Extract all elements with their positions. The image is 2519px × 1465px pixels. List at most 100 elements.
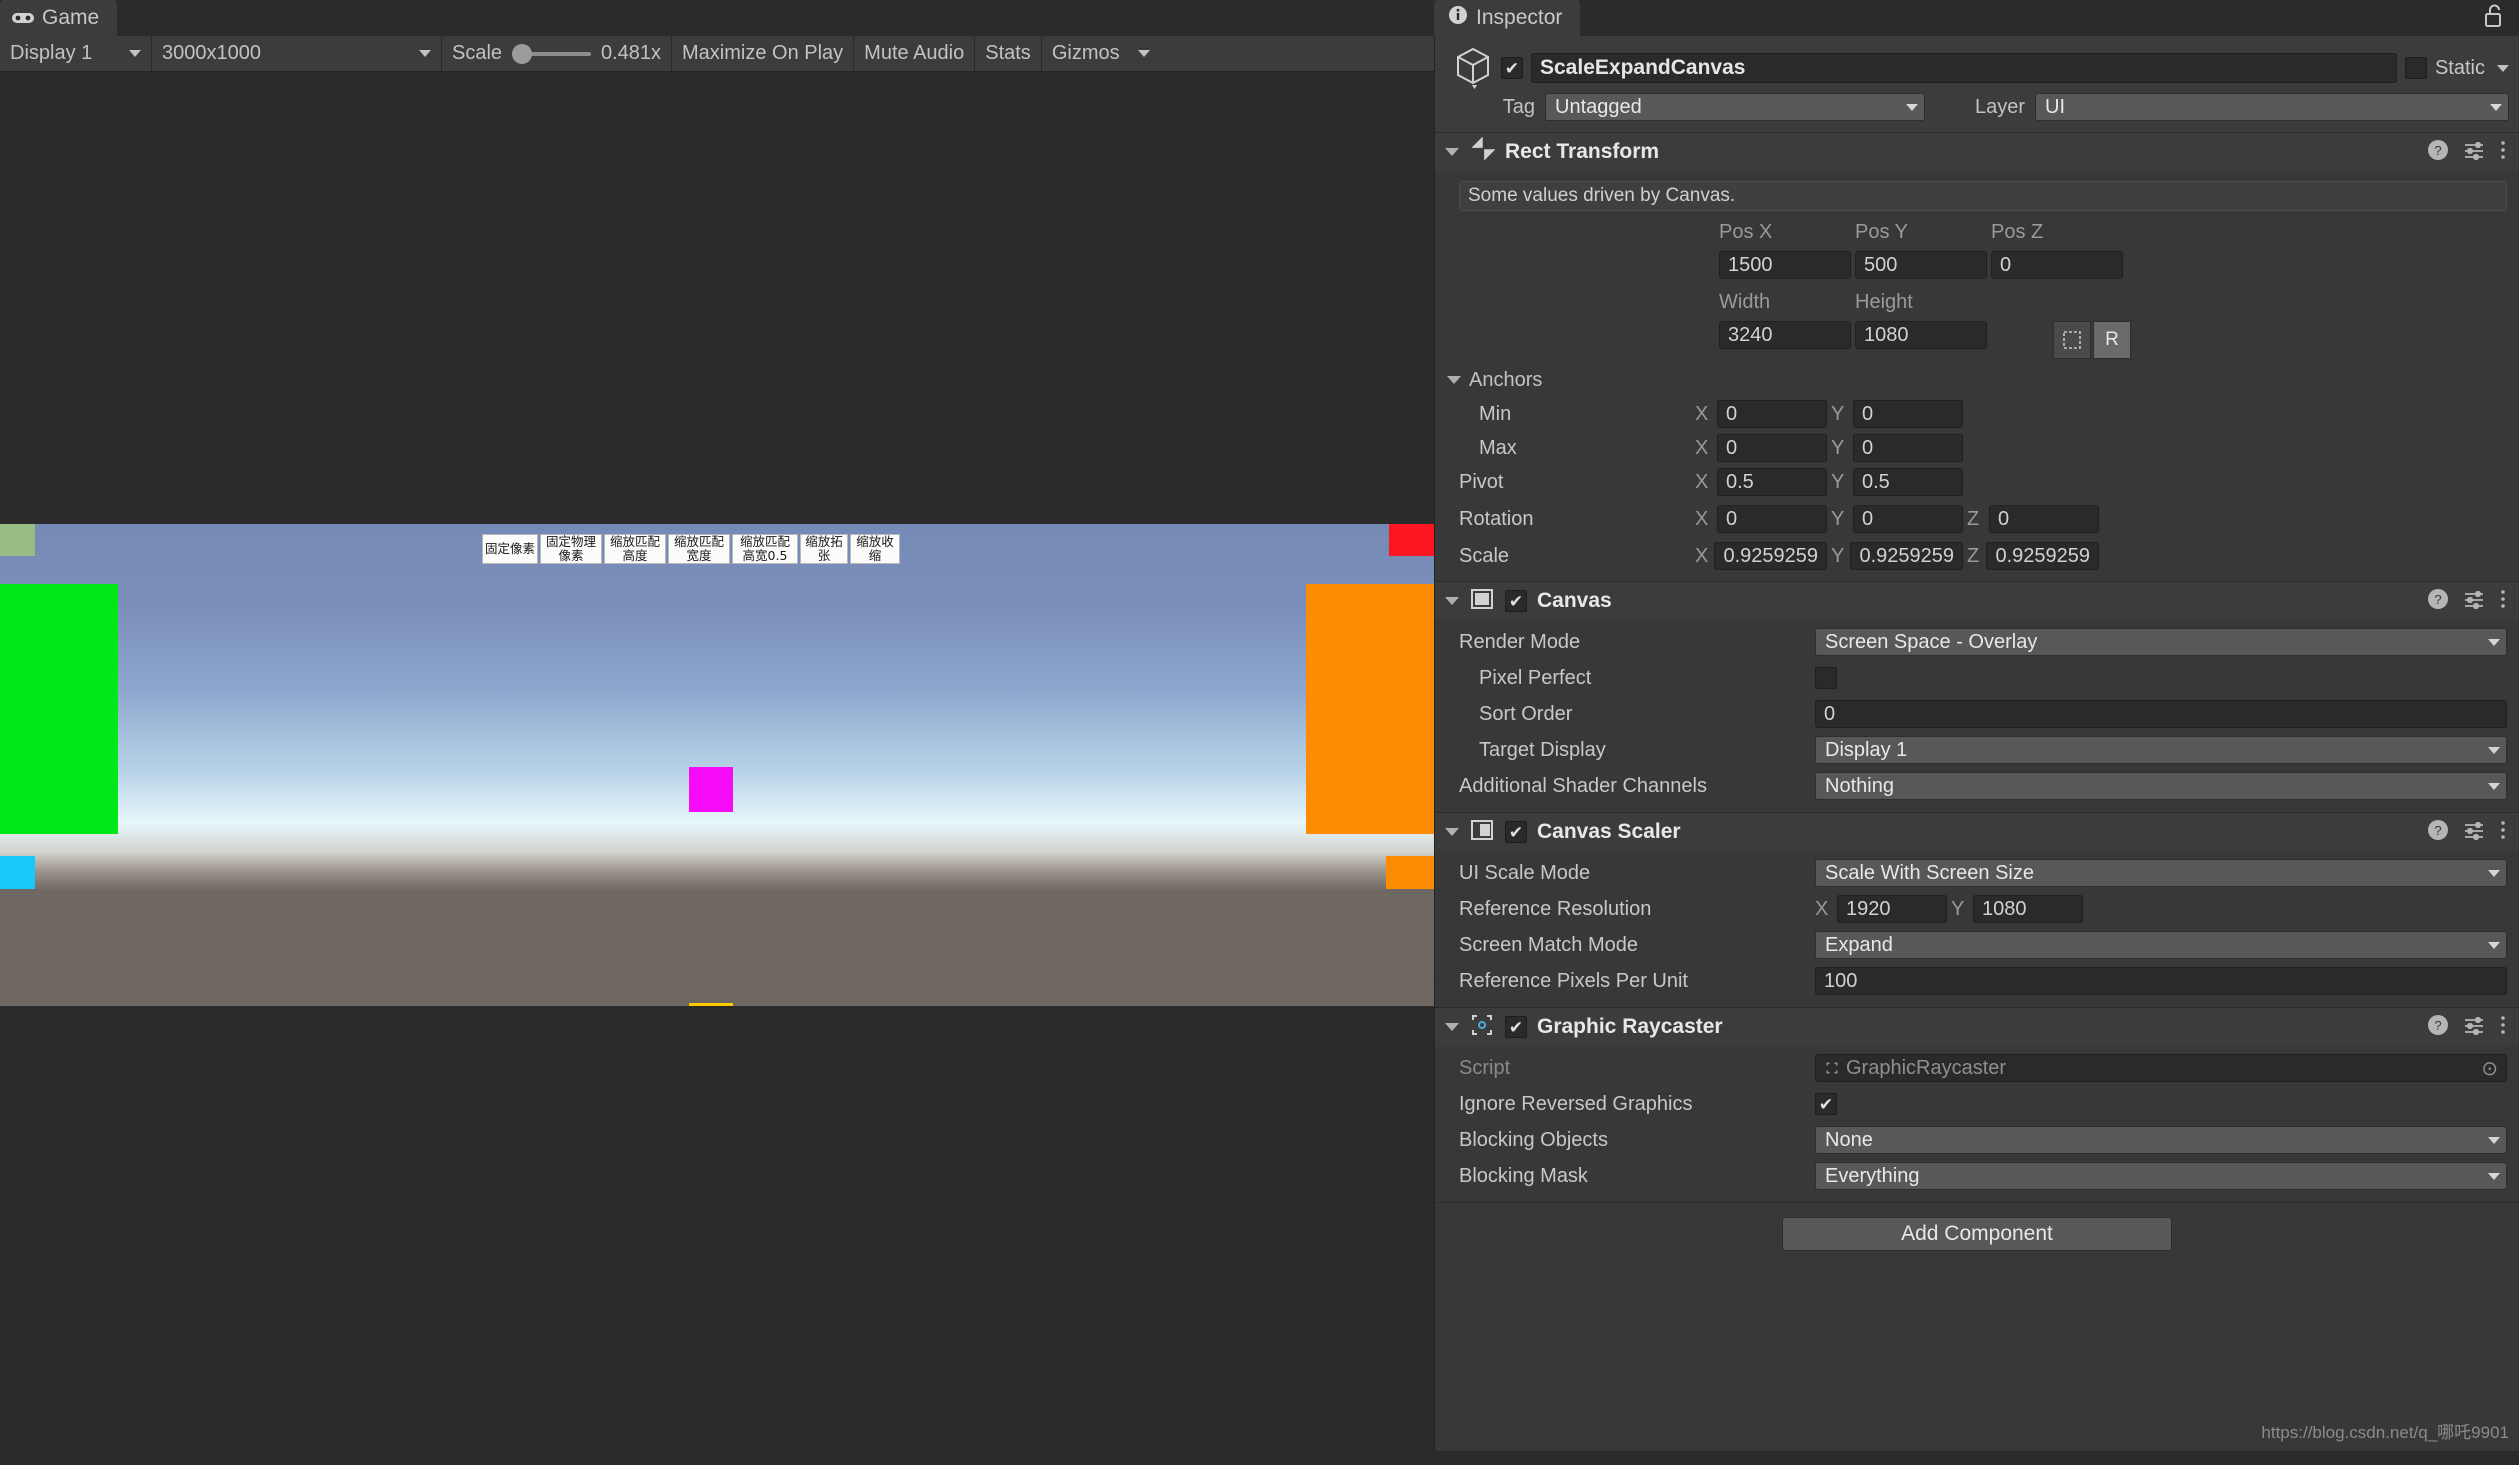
component-head-icons: ? (2427, 1014, 2507, 1041)
foldout-arrow-icon[interactable] (1445, 1023, 1459, 1031)
scale-slider[interactable]: Scale 0.481x (442, 36, 672, 71)
game-ui-button[interactable]: 固定像素 (482, 534, 538, 564)
game-ui-button[interactable]: 固定物理像素 (540, 534, 602, 564)
rect-size-input[interactable]: 1080 (1855, 321, 1987, 349)
property-dropdown[interactable]: None (1815, 1126, 2507, 1154)
property-input[interactable]: 0 (1815, 700, 2507, 728)
game-ui-button[interactable]: 缩放收缩 (850, 534, 900, 564)
game-ui-button[interactable]: 缩放匹配高度 (604, 534, 666, 564)
axis-input[interactable]: 0 (1853, 434, 1963, 462)
more-options-icon[interactable] (2499, 1014, 2507, 1041)
axis-label: Y (1831, 471, 1849, 494)
axis-input[interactable]: 1920 (1837, 895, 1947, 923)
axis-input[interactable]: 0 (1989, 505, 2099, 533)
blueprint-icon[interactable] (2053, 321, 2091, 359)
axis-input[interactable]: 0 (1717, 505, 1827, 533)
layer-dropdown[interactable]: UI (2035, 93, 2509, 121)
display-dropdown[interactable]: Display 1 (0, 36, 152, 71)
component-enabled-checkbox[interactable]: ✔ (1505, 590, 1527, 612)
axis-input[interactable]: 0.5 (1717, 468, 1827, 496)
static-toggle-group[interactable]: ✔ Static (2405, 57, 2509, 80)
preset-icon[interactable] (2463, 139, 2485, 166)
axis-input[interactable]: 0.9259259 (1850, 542, 1963, 570)
chevron-down-icon (419, 50, 431, 57)
scale-slider-track[interactable] (512, 52, 591, 56)
stats-button[interactable]: Stats (975, 36, 1042, 71)
tag-dropdown[interactable]: Untagged (1545, 93, 1925, 121)
axis-input[interactable]: 0 (1853, 400, 1963, 428)
component-enabled-checkbox[interactable]: ✔ (1505, 1016, 1527, 1038)
rect-pos-input[interactable]: 1500 (1719, 251, 1851, 279)
game-ui-button[interactable]: 缩放匹配宽度 (668, 534, 730, 564)
component-title: Canvas (1537, 589, 2417, 613)
property-dropdown[interactable]: Expand (1815, 931, 2507, 959)
rect-pos-input[interactable]: 0 (1991, 251, 2123, 279)
help-icon[interactable]: ? (2427, 139, 2449, 166)
component-section: ✔Canvas ? Render ModeScreen Space - Over… (1435, 581, 2519, 812)
rect-column-header: Height (1855, 291, 1913, 313)
axis-input[interactable]: 0 (1853, 505, 1963, 533)
more-options-icon[interactable] (2499, 819, 2507, 846)
maximize-on-play-button[interactable]: Maximize On Play (672, 36, 854, 71)
component-enabled-checkbox[interactable]: ✔ (1505, 821, 1527, 843)
property-dropdown[interactable]: Everything (1815, 1162, 2507, 1190)
more-options-icon[interactable] (2499, 588, 2507, 615)
property-dropdown[interactable]: Screen Space - Overlay (1815, 628, 2507, 656)
help-icon[interactable]: ? (2427, 1014, 2449, 1041)
raw-edit-button[interactable]: R (2093, 321, 2131, 359)
tab-inspector[interactable]: Inspector (1434, 0, 1580, 36)
axis-input[interactable]: 0 (1717, 434, 1827, 462)
more-options-icon[interactable] (2499, 139, 2507, 166)
chevron-down-icon (2488, 942, 2500, 949)
tag-layer-row: Tag Untagged Layer UI (1435, 90, 2519, 126)
axis-input[interactable]: 0 (1717, 400, 1827, 428)
preset-icon[interactable] (2463, 588, 2485, 615)
axis-input[interactable]: 0.9259259 (1986, 542, 2099, 570)
gameobject-enabled-checkbox[interactable]: ✔ (1501, 57, 1523, 79)
chevron-down-icon[interactable] (2497, 65, 2509, 72)
property-checkbox[interactable]: ✔ (1815, 1093, 1837, 1115)
tab-game[interactable]: Game (0, 0, 117, 36)
property-checkbox[interactable] (1815, 667, 1837, 689)
add-component-button[interactable]: Add Component (1782, 1217, 2172, 1251)
game-render-area[interactable]: 固定像素固定物理像素缩放匹配高度缩放匹配宽度缩放匹配高宽0.5缩放拓张缩放收缩 (0, 524, 1434, 1006)
static-checkbox[interactable]: ✔ (2405, 57, 2427, 79)
resolution-dropdown[interactable]: 3000x1000 (152, 36, 442, 71)
help-icon[interactable]: ? (2427, 819, 2449, 846)
foldout-arrow-icon[interactable] (1445, 828, 1459, 836)
property-dropdown[interactable]: Scale With Screen Size (1815, 859, 2507, 887)
anchors-foldout[interactable]: Anchors (1435, 363, 2519, 397)
help-icon[interactable]: ? (2427, 588, 2449, 615)
property-dropdown[interactable]: Display 1 (1815, 736, 2507, 764)
game-view[interactable]: 固定像素固定物理像素缩放匹配高度缩放匹配宽度缩放匹配高宽0.5缩放拓张缩放收缩 (0, 72, 1434, 1465)
foldout-arrow-icon[interactable] (1445, 597, 1459, 605)
gizmos-button[interactable]: Gizmos (1042, 36, 1130, 71)
game-ui-button[interactable]: 缩放拓张 (800, 534, 848, 564)
object-picker-icon[interactable]: ⊙ (2481, 1056, 2498, 1081)
scale-slider-knob[interactable] (512, 44, 532, 64)
rect-size-input[interactable]: 3240 (1719, 321, 1851, 349)
tab-game-label: Game (42, 6, 99, 30)
rect-pos-input[interactable]: 500 (1855, 251, 1987, 279)
axis-input[interactable]: 0.9259259 (1714, 542, 1827, 570)
property-input[interactable]: 100 (1815, 967, 2507, 995)
foldout-arrow-icon[interactable] (1447, 376, 1461, 384)
rect-property-row: MinX0Y0 (1435, 397, 2519, 431)
unlock-icon[interactable] (2483, 3, 2505, 34)
property-dropdown[interactable]: Nothing (1815, 772, 2507, 800)
component-header[interactable]: ✔Graphic Raycaster ? (1435, 1008, 2519, 1046)
component-header[interactable]: ✔ Canvas ? (1435, 582, 2519, 620)
component-header[interactable]: Rect Transform ? (1435, 133, 2519, 171)
object-field[interactable]: GraphicRaycaster⊙ (1815, 1054, 2507, 1082)
axis-input[interactable]: 1080 (1973, 895, 2083, 923)
foldout-arrow-icon[interactable] (1445, 148, 1459, 156)
preset-icon[interactable] (2463, 819, 2485, 846)
axis-input[interactable]: 0.5 (1853, 468, 1963, 496)
gizmos-dropdown[interactable] (1130, 36, 1158, 71)
preset-icon[interactable] (2463, 1014, 2485, 1041)
gameobject-name-input[interactable]: ScaleExpandCanvas (1531, 53, 2397, 83)
game-ui-button[interactable]: 缩放匹配高宽0.5 (732, 534, 798, 564)
component-header[interactable]: ✔Canvas Scaler ? (1435, 813, 2519, 851)
axis-label: Y (1831, 437, 1849, 460)
mute-audio-button[interactable]: Mute Audio (854, 36, 975, 71)
